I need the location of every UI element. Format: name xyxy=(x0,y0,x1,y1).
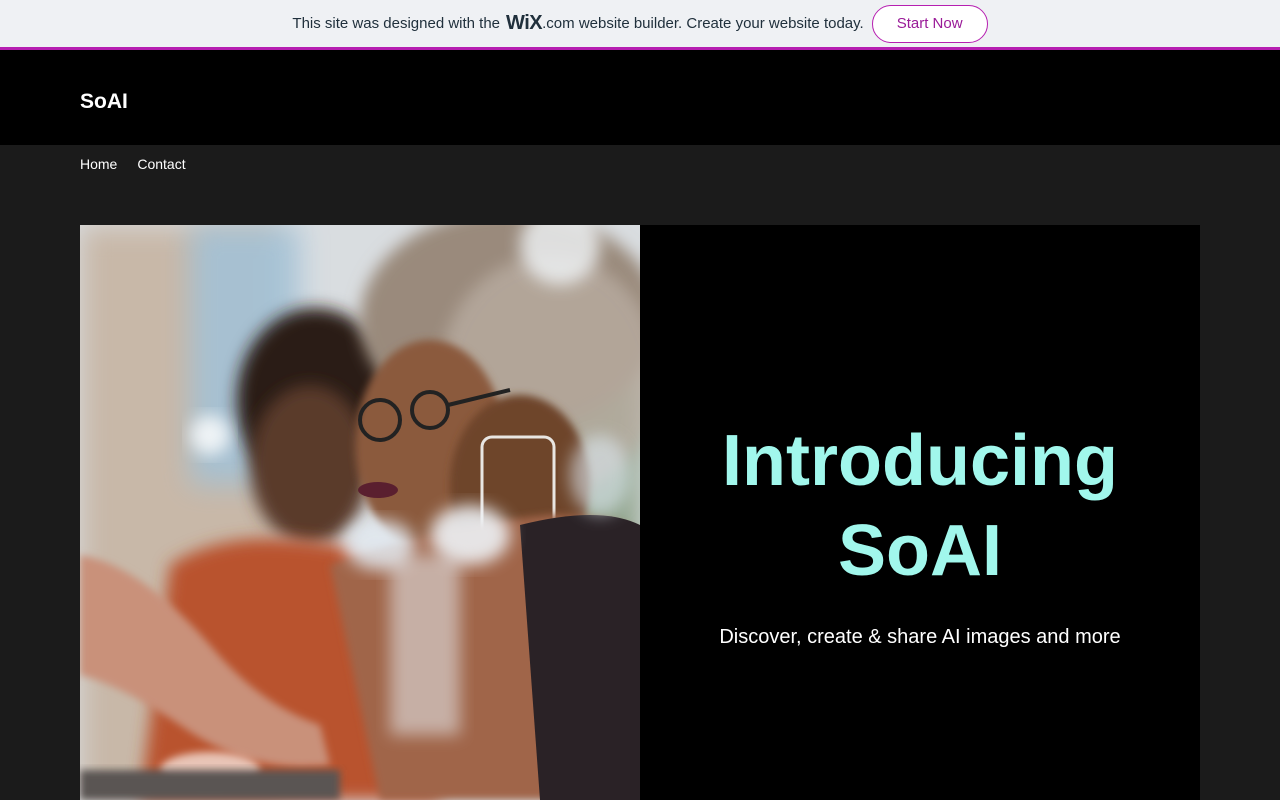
site-logo[interactable]: SoAI xyxy=(80,90,128,114)
hero-text-panel: Introducing SoAI Discover, create & shar… xyxy=(640,225,1200,800)
nav-item-contact[interactable]: Contact xyxy=(137,156,185,172)
main-nav: Home Contact xyxy=(80,156,186,172)
wix-banner-text: This site was designed with the WiX .com… xyxy=(292,12,863,35)
hero-photo-illustration xyxy=(80,225,640,800)
hero-subtitle: Discover, create & share AI images and m… xyxy=(719,626,1121,648)
start-now-button[interactable]: Start Now xyxy=(871,4,988,43)
banner-text-after: .com website builder. Create your websit… xyxy=(542,15,864,32)
wix-promo-banner: This site was designed with the WiX .com… xyxy=(0,0,1280,50)
hero-image xyxy=(80,225,640,800)
hero-title-line1: Introducing xyxy=(722,421,1118,501)
banner-text-before: This site was designed with the xyxy=(292,15,501,32)
hero-title-line2: SoAI xyxy=(837,511,1002,591)
hero-section: Introducing SoAI Discover, create & shar… xyxy=(80,225,1200,800)
wix-logo[interactable]: WiX xyxy=(506,12,543,35)
hero-title: Introducing SoAI xyxy=(722,416,1118,596)
site-header: SoAI xyxy=(0,50,1280,145)
nav-item-home[interactable]: Home xyxy=(80,156,117,172)
